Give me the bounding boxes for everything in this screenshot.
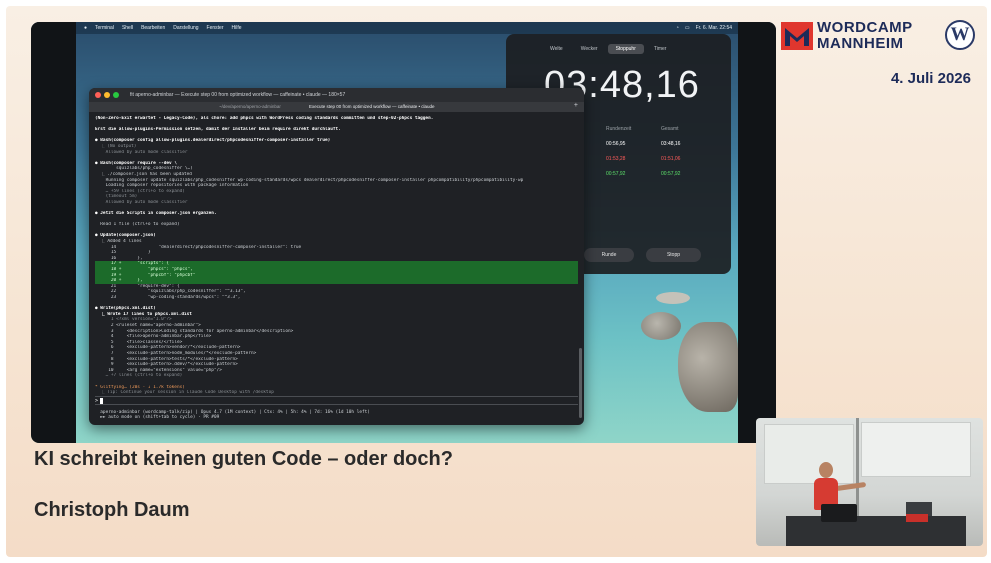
lap-time: 00:56,95 (606, 141, 626, 147)
screen-border-left (31, 22, 76, 443)
background-rock (641, 312, 681, 340)
lap-time-header: Rundenzeit (606, 126, 632, 132)
background-rock (656, 292, 690, 304)
screen-share: ● Terminal Shell Bearbeiten Darstellung … (31, 22, 776, 443)
screen-border-right (738, 22, 776, 443)
maximize-icon[interactable] (113, 92, 119, 98)
terminal-output: (Non-Zero-Exit erwartet - Legacy-Code), … (89, 112, 584, 400)
menu-item[interactable]: Darstellung (173, 25, 198, 31)
tab-timer[interactable]: Timer (646, 44, 675, 54)
terminal-statusline: aperno-adminbar (wordcamp-talk/zip) | Op… (89, 410, 584, 421)
lap-button[interactable]: Runde (584, 248, 634, 262)
lap-total-column: Gesamt 03:48,16 01:51,06 00:57,92 (661, 126, 680, 177)
lap-time: 01:53,28 (606, 156, 626, 162)
event-wordmark: WORDCAMP MANNHEIM (817, 20, 913, 52)
terminal-titlebar: fit aperno-adminbar — Execute step 00 fr… (89, 88, 584, 102)
lap-total: 00:57,92 (661, 171, 681, 177)
menu-item[interactable]: Fenster (207, 25, 224, 31)
close-icon[interactable] (95, 92, 101, 98)
lectern-desk (786, 516, 966, 546)
tab-world[interactable]: Welte (542, 44, 571, 54)
background-rock (678, 322, 738, 412)
apple-icon[interactable]: ● (84, 25, 87, 31)
lap-time-column: Rundenzeit 00:56,95 01:53,28 00:57,92 (606, 126, 631, 177)
stop-button[interactable]: Stopp (646, 248, 701, 262)
terminal-prompt[interactable]: > (95, 396, 578, 405)
lap-total-header: Gesamt (661, 126, 679, 132)
terminal-scrollbar[interactable] (579, 348, 582, 418)
wordpress-icon: W (945, 20, 975, 50)
wordcamp-m-logo (781, 22, 813, 50)
terminal-tab[interactable]: ~/dev/aperno/aperno-adminbar (219, 104, 281, 109)
terminal-tab-active[interactable]: Execute step 00 from optimized workflow … (309, 104, 435, 109)
terminal-window: fit aperno-adminbar — Execute step 00 fr… (89, 88, 584, 425)
status-line: ►► auto mode on (shift+tab to cycle) · P… (95, 415, 220, 421)
tab-alarm[interactable]: Wecker (573, 44, 606, 54)
prompt-symbol: > (95, 398, 99, 404)
new-tab-icon[interactable]: + (574, 102, 578, 109)
menu-item[interactable]: Terminal (95, 25, 114, 31)
stopwatch-tabs: Welte Wecker Stoppuhr Timer (542, 44, 674, 54)
lap-time: 00:57,92 (606, 171, 626, 177)
lap-total: 01:51,06 (661, 156, 681, 162)
menu-item[interactable]: Hilfe (232, 25, 242, 31)
terminal-line: ⎿ Tip: Continue your session in Claude C… (95, 390, 274, 396)
wifi-icon[interactable]: ◔ (676, 25, 679, 31)
lap-total: 03:48,16 (661, 141, 681, 147)
speaker-name: Christoph Daum (34, 499, 190, 521)
macos-menubar: ● Terminal Shell Bearbeiten Darstellung … (76, 22, 738, 34)
terminal-tabbar: ~/dev/aperno/aperno-adminbar Execute ste… (89, 102, 584, 112)
laptop (821, 504, 857, 522)
wordmark-line-1: WORDCAMP (817, 19, 913, 36)
whiteboard (764, 424, 854, 484)
menu-item[interactable]: Shell (122, 25, 133, 31)
wordmark-line-2: MANNHEIM (817, 35, 904, 52)
speaker-head (819, 462, 833, 478)
slide-frame: WORDCAMP MANNHEIM W 4. Juli 2026 ● Termi… (6, 6, 987, 557)
speaker-camera-feed (756, 418, 983, 546)
whiteboard (861, 422, 971, 477)
event-date: 4. Juli 2026 (890, 70, 971, 87)
battery-icon[interactable]: ▭ (685, 25, 690, 31)
menubar-clock[interactable]: Fr. 6. Mar. 22:54 (696, 25, 732, 31)
terminal-title: fit aperno-adminbar — Execute step 00 fr… (130, 92, 346, 98)
tab-stopwatch[interactable]: Stoppuhr (607, 44, 644, 54)
minimize-icon[interactable] (104, 92, 110, 98)
red-equipment (906, 514, 928, 522)
event-branding: WORDCAMP MANNHEIM W 4. Juli 2026 (777, 18, 977, 98)
menu-item[interactable]: Bearbeiten (141, 25, 165, 31)
talk-title: KI schreibt keinen guten Code – oder doc… (34, 448, 453, 470)
text-cursor (100, 397, 104, 404)
